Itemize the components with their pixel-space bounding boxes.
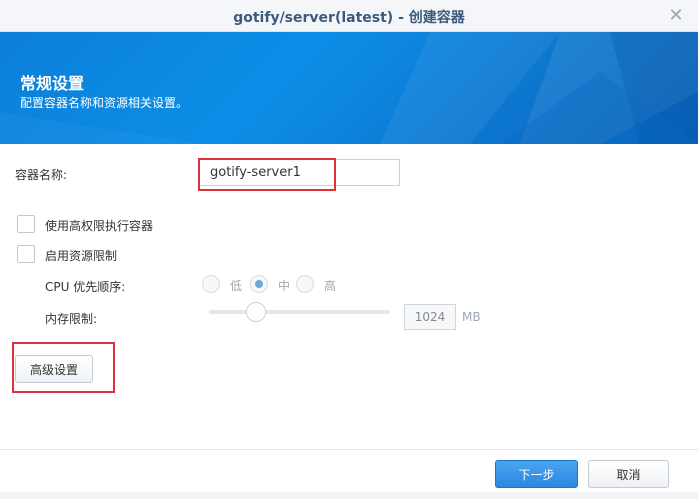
resource-limit-label: 启用资源限制 xyxy=(45,249,118,263)
memory-slider-thumb[interactable] xyxy=(246,302,266,322)
resource-limit-checkbox[interactable] xyxy=(17,245,35,263)
memory-input[interactable] xyxy=(404,304,456,330)
banner-title: 常规设置 xyxy=(20,74,85,93)
memory-limit-label: 内存限制: xyxy=(45,312,98,326)
cpu-priority-label: CPU 优先顺序: xyxy=(45,280,126,294)
header-banner: 常规设置 配置容器名称和资源相关设置。 xyxy=(0,32,698,144)
window-titlebar: gotify/server(latest) - 创建容器 ✕ xyxy=(0,0,698,32)
cpu-radio-medium[interactable] xyxy=(250,275,268,293)
privileged-checkbox[interactable] xyxy=(17,215,35,233)
container-name-label: 容器名称: xyxy=(15,168,68,182)
cpu-radio-medium-label: 中 xyxy=(278,279,291,293)
banner-subtitle: 配置容器名称和资源相关设置。 xyxy=(20,96,189,110)
close-icon[interactable]: ✕ xyxy=(664,4,688,28)
cpu-radio-low[interactable] xyxy=(202,275,220,293)
memory-slider-track[interactable] xyxy=(209,310,390,314)
cpu-radio-low-label: 低 xyxy=(230,279,243,293)
highlight-box-name xyxy=(198,158,336,191)
memory-unit: MB xyxy=(462,310,481,324)
cpu-radio-high-label: 高 xyxy=(324,279,337,293)
cpu-radio-high[interactable] xyxy=(296,275,314,293)
next-button[interactable]: 下一步 xyxy=(495,460,578,488)
bottom-strip xyxy=(0,492,698,499)
privileged-label: 使用高权限执行容器 xyxy=(45,219,154,233)
banner-decoration xyxy=(0,32,698,144)
cancel-button[interactable]: 取消 xyxy=(588,460,669,488)
footer-divider xyxy=(0,449,698,450)
highlight-box-advanced xyxy=(12,342,115,393)
window-title: gotify/server(latest) - 创建容器 xyxy=(233,10,465,26)
